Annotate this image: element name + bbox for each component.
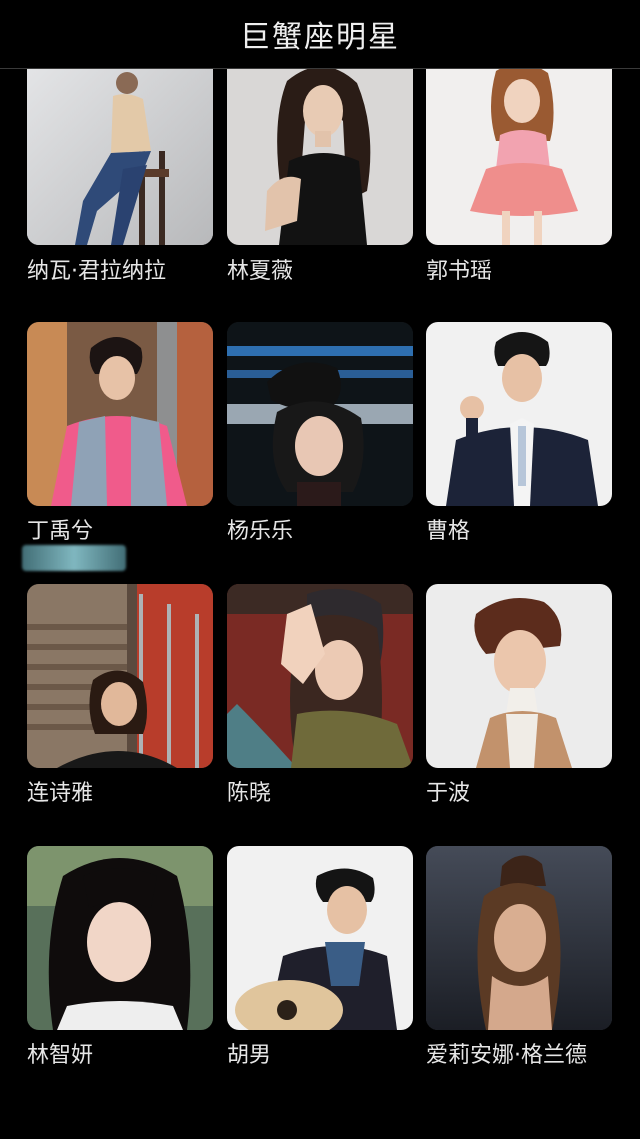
star-card[interactable]: 林智妍 bbox=[27, 846, 215, 1090]
star-name: 纳瓦·君拉纳拉 bbox=[27, 259, 166, 284]
blurred-watermark bbox=[22, 545, 126, 571]
star-card[interactable]: 杨乐乐 bbox=[227, 322, 415, 566]
star-photo[interactable] bbox=[27, 61, 213, 245]
woman-hand-face-photo bbox=[227, 584, 413, 768]
man-ok-sign-photo bbox=[426, 322, 612, 506]
woman-long-hair-photo bbox=[27, 846, 213, 1030]
man-turtleneck-photo bbox=[426, 584, 612, 768]
star-photo[interactable] bbox=[227, 322, 413, 506]
star-card[interactable]: 曹格 bbox=[426, 322, 614, 566]
star-name: 胡男 bbox=[227, 1043, 272, 1068]
man-chair-photo bbox=[27, 61, 213, 245]
star-photo[interactable] bbox=[27, 584, 213, 768]
star-name: 连诗雅 bbox=[27, 781, 94, 806]
man-denim-vest-photo bbox=[27, 322, 213, 506]
star-name: 郭书瑶 bbox=[426, 259, 493, 284]
man-guitar-photo bbox=[227, 846, 413, 1030]
star-grid: 纳瓦·君拉纳拉 林夏薇 郭书瑶 丁禹兮 杨乐乐 曹格 连诗雅 陈晓 于波 林智妍… bbox=[0, 0, 640, 1139]
star-photo[interactable] bbox=[426, 322, 612, 506]
star-photo[interactable] bbox=[227, 61, 413, 245]
star-photo[interactable] bbox=[426, 61, 612, 245]
star-photo[interactable] bbox=[27, 322, 213, 506]
woman-black-dress-photo bbox=[227, 61, 413, 245]
star-name: 林智妍 bbox=[27, 1043, 94, 1068]
page-title: 巨蟹座明星 bbox=[240, 20, 400, 55]
star-photo[interactable] bbox=[426, 846, 612, 1030]
star-photo[interactable] bbox=[227, 846, 413, 1030]
star-card[interactable]: 陈晓 bbox=[227, 584, 415, 828]
woman-black-hat-photo bbox=[227, 322, 413, 506]
star-photo[interactable] bbox=[227, 584, 413, 768]
star-name: 杨乐乐 bbox=[227, 519, 294, 544]
woman-ponytail-photo bbox=[426, 846, 612, 1030]
star-card[interactable]: 胡男 bbox=[227, 846, 415, 1090]
star-name: 曹格 bbox=[426, 519, 471, 544]
page-header: 巨蟹座明星 bbox=[0, 0, 640, 69]
star-name: 爱莉安娜·格兰德 bbox=[426, 1043, 587, 1068]
star-photo[interactable] bbox=[27, 846, 213, 1030]
star-card[interactable]: 丁禹兮 bbox=[27, 322, 215, 566]
woman-pink-dress-photo bbox=[426, 61, 612, 245]
star-card[interactable]: 爱莉安娜·格兰德 bbox=[426, 846, 614, 1090]
star-name: 于波 bbox=[426, 781, 471, 806]
star-name: 林夏薇 bbox=[227, 259, 294, 284]
star-card[interactable]: 于波 bbox=[426, 584, 614, 828]
star-name: 陈晓 bbox=[227, 781, 272, 806]
woman-stairs-photo bbox=[27, 584, 213, 768]
star-card[interactable]: 连诗雅 bbox=[27, 584, 215, 828]
star-name: 丁禹兮 bbox=[27, 519, 94, 544]
star-photo[interactable] bbox=[426, 584, 612, 768]
